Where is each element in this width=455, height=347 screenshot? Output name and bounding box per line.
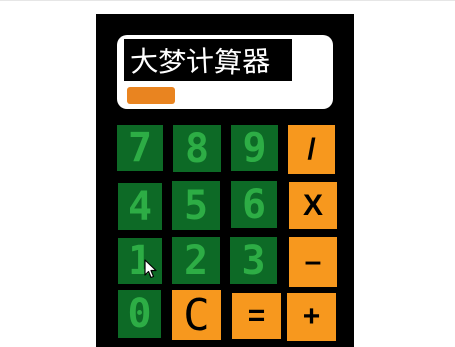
title-char: 器: [241, 44, 272, 79]
mouse-pointer-icon: [144, 259, 157, 279]
divide-button[interactable]: /: [288, 125, 335, 174]
key-9[interactable]: 9: [231, 125, 278, 171]
key-3[interactable]: 3: [230, 237, 277, 284]
calculator-body: 大梦计算器 7 8 9 / 4 5 6 X 1 2 3 – 0 C = +: [96, 14, 354, 347]
key-4[interactable]: 4: [118, 183, 162, 230]
key-5[interactable]: 5: [172, 181, 220, 230]
subtract-button[interactable]: –: [289, 237, 337, 287]
key-7[interactable]: 7: [117, 125, 163, 171]
top-border: [0, 0, 455, 1]
display-progress-bar: [127, 87, 175, 104]
equals-button[interactable]: =: [232, 293, 281, 339]
display-panel: 大梦计算器: [117, 35, 333, 109]
key-0[interactable]: 0: [118, 290, 161, 338]
clear-button[interactable]: C: [172, 290, 221, 341]
calculator-title: 大梦计算器: [124, 39, 292, 81]
title-char: 梦: [156, 45, 187, 80]
title-char: 计: [185, 44, 215, 79]
key-8[interactable]: 8: [173, 125, 221, 172]
multiply-button[interactable]: X: [289, 182, 337, 229]
title-char: 大: [129, 44, 159, 79]
key-2[interactable]: 2: [172, 237, 220, 284]
title-char: 算: [212, 45, 244, 80]
key-6[interactable]: 6: [231, 181, 277, 228]
add-button[interactable]: +: [287, 293, 336, 341]
